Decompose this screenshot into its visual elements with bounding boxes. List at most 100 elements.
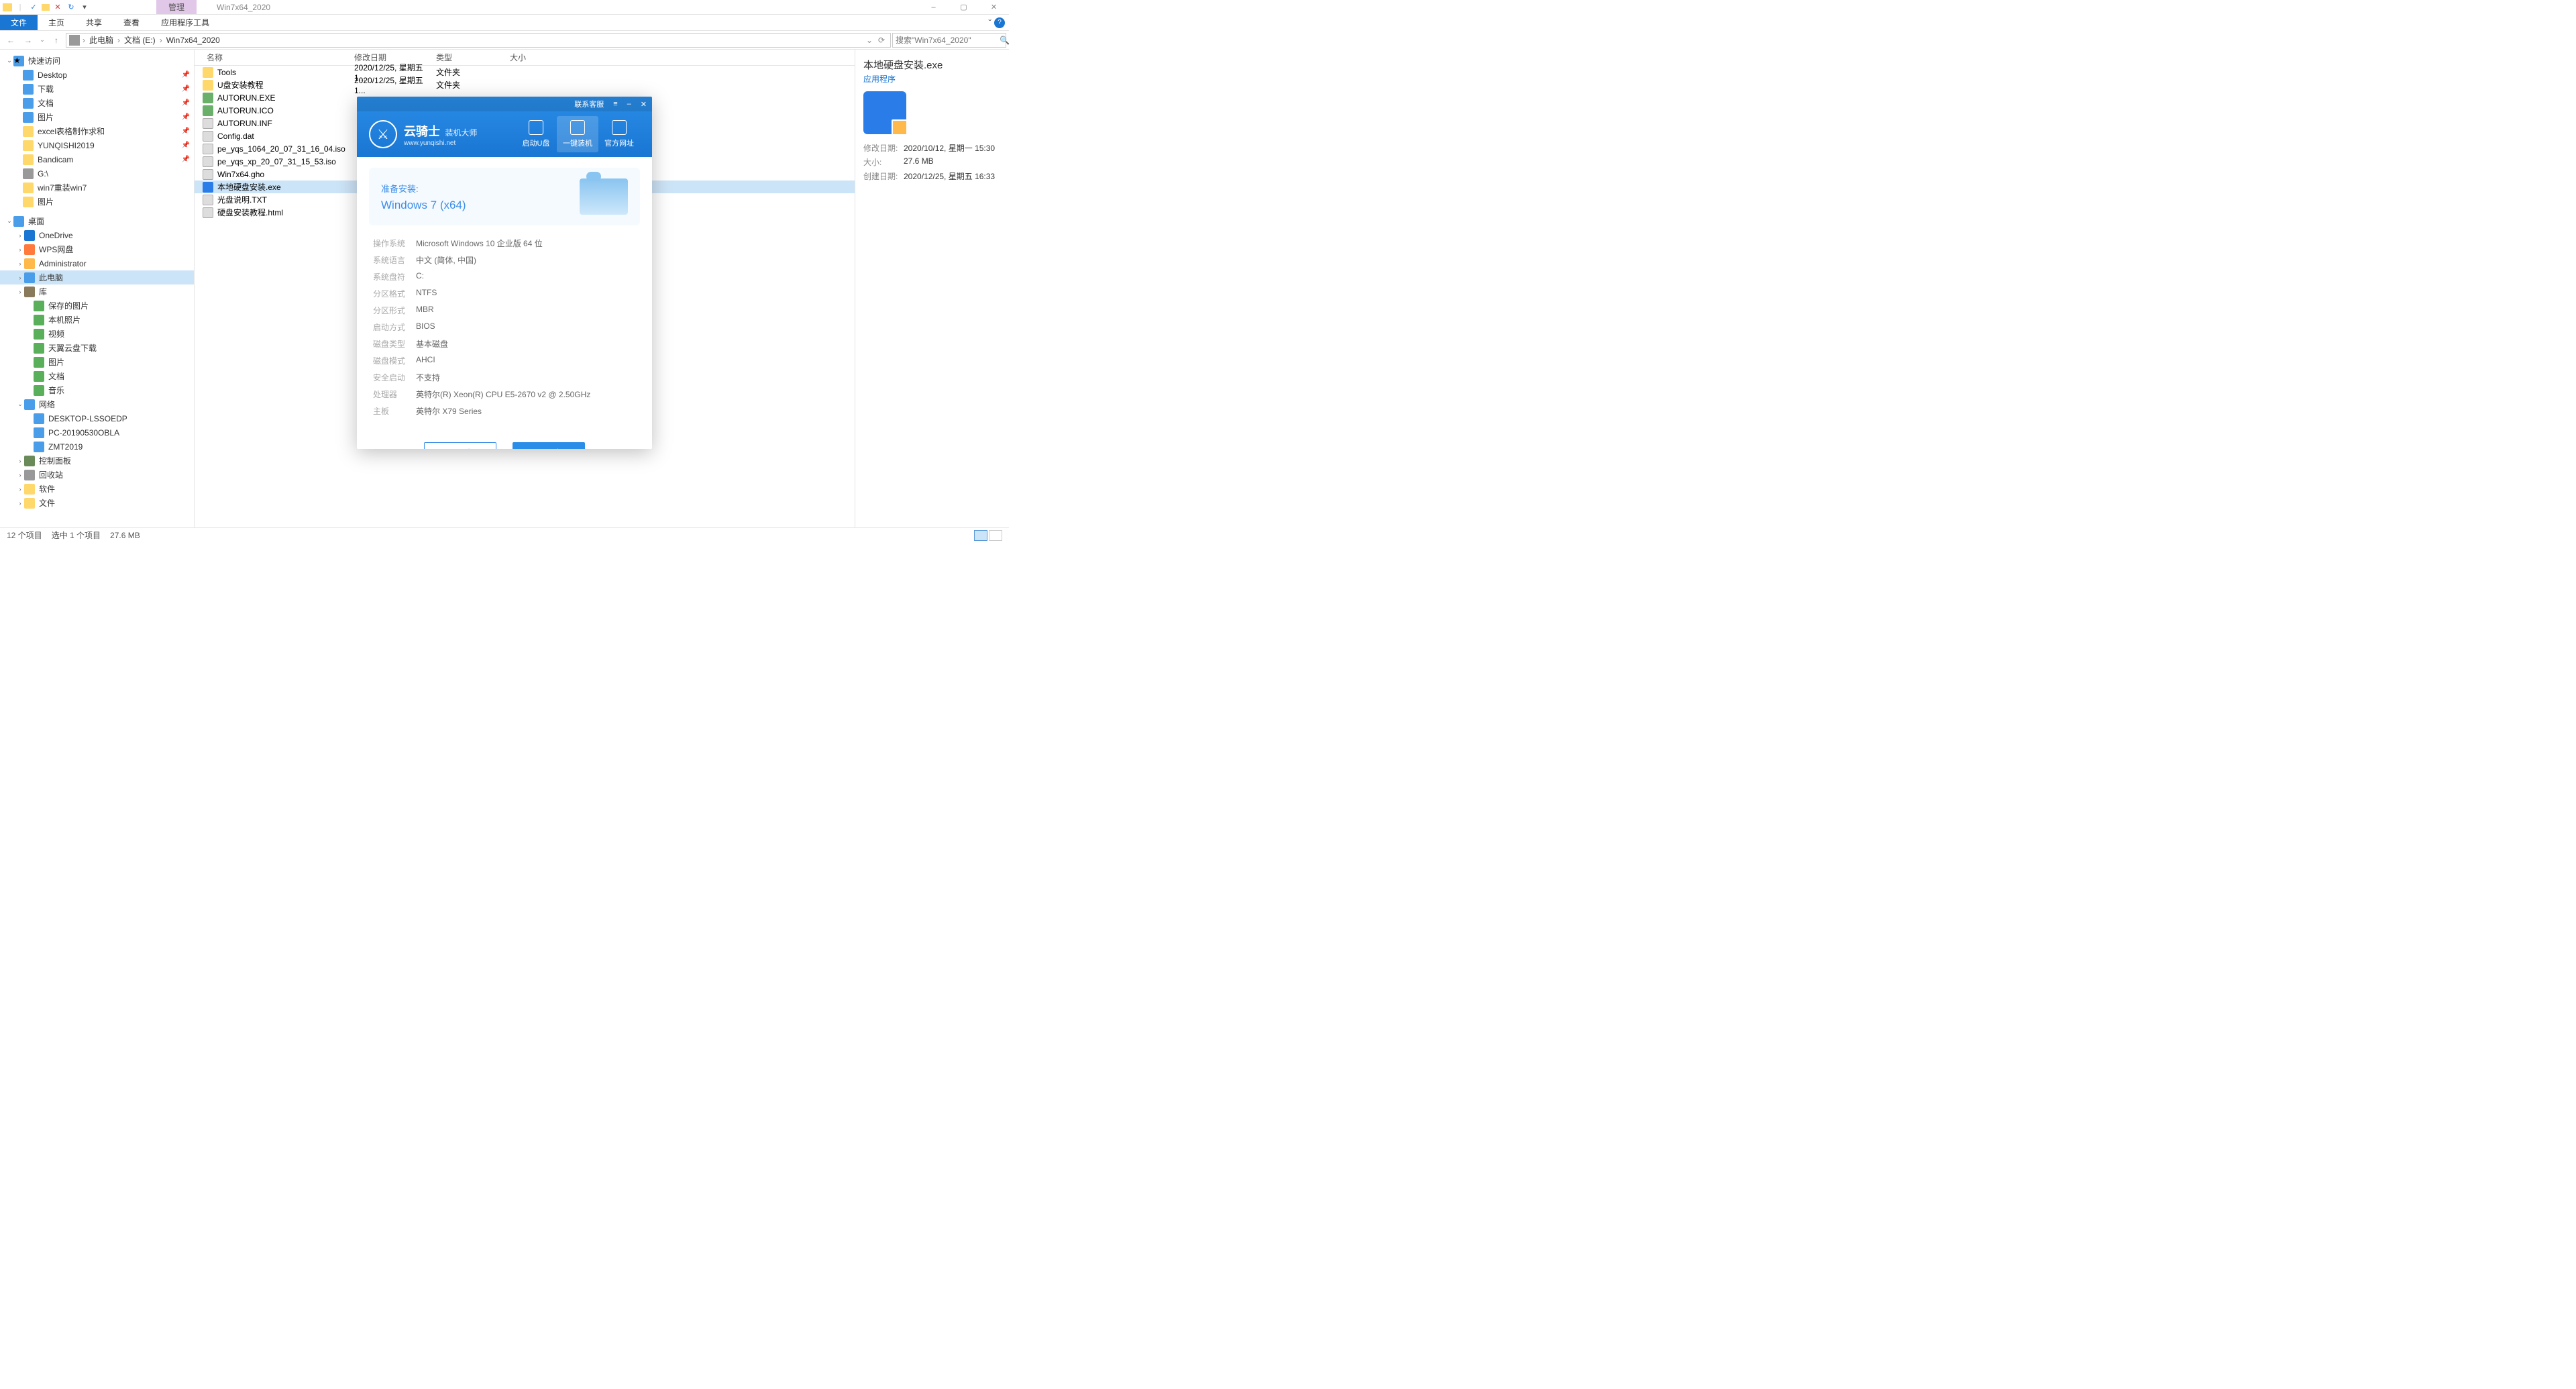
view-details-button[interactable] bbox=[974, 530, 987, 541]
context-tab[interactable]: 管理 bbox=[156, 0, 197, 14]
breadcrumb-segment[interactable]: 此电脑 bbox=[88, 34, 115, 46]
ribbon-tab-apptools[interactable]: 应用程序工具 bbox=[150, 15, 220, 30]
col-name[interactable]: 名称 bbox=[195, 52, 349, 63]
tree-item[interactable]: 图片 bbox=[0, 355, 194, 369]
view-icons-button[interactable] bbox=[989, 530, 1002, 541]
chevron-right-icon[interactable]: › bbox=[116, 36, 121, 45]
tree-item[interactable]: win7重装win7 bbox=[0, 181, 194, 195]
tree-item[interactable]: ›此电脑 bbox=[0, 270, 194, 285]
up-button[interactable]: ↑ bbox=[48, 33, 64, 48]
tree-item[interactable]: Bandicam📌 bbox=[0, 152, 194, 166]
tree-item[interactable]: 视频 bbox=[0, 327, 194, 341]
help-icon[interactable]: ? bbox=[994, 17, 1005, 28]
tree-item[interactable]: 保存的图片 bbox=[0, 299, 194, 313]
minimize-icon[interactable]: – bbox=[625, 100, 634, 108]
tree-item[interactable]: 本机照片 bbox=[0, 313, 194, 327]
chevron-right-icon[interactable]: › bbox=[16, 274, 24, 281]
search-box[interactable]: 🔍 bbox=[892, 33, 1006, 48]
breadcrumb-segment[interactable]: Win7x64_2020 bbox=[165, 36, 221, 45]
next-button[interactable]: 下一步 bbox=[513, 442, 585, 449]
chevron-down-icon[interactable]: ⌄ bbox=[16, 401, 24, 408]
address-dropdown-icon[interactable]: ⌄ bbox=[863, 33, 875, 48]
chevron-right-icon[interactable]: › bbox=[16, 500, 24, 507]
folder-small-icon[interactable] bbox=[42, 4, 50, 11]
tree-item[interactable]: ›文件 bbox=[0, 496, 194, 510]
tree-label: 保存的图片 bbox=[48, 300, 190, 311]
refresh-icon[interactable]: ⟳ bbox=[875, 33, 888, 48]
pin-icon: 📌 bbox=[182, 99, 190, 107]
redo-icon[interactable]: ↻ bbox=[66, 2, 76, 13]
close-button[interactable]: ✕ bbox=[979, 0, 1009, 15]
ribbon-chevron-icon[interactable]: ˇ bbox=[988, 17, 991, 28]
prev-button[interactable]: 上一步 bbox=[424, 442, 496, 449]
tree-item[interactable]: 图片 bbox=[0, 195, 194, 209]
tree-item[interactable]: PC-20190530OBLA bbox=[0, 425, 194, 440]
tree-item[interactable]: 文档 bbox=[0, 369, 194, 383]
minimize-button[interactable]: – bbox=[918, 0, 949, 15]
desktop-icon bbox=[13, 216, 24, 227]
ribbon-tab-view[interactable]: 查看 bbox=[113, 15, 150, 30]
tree-item[interactable]: ›控制面板 bbox=[0, 454, 194, 468]
col-type[interactable]: 类型 bbox=[431, 52, 504, 63]
breadcrumb-segment[interactable]: 文档 (E:) bbox=[123, 34, 157, 46]
item-icon bbox=[23, 140, 34, 151]
tree-item[interactable]: ›Administrator bbox=[0, 256, 194, 270]
search-icon[interactable]: 🔍 bbox=[1000, 36, 1010, 45]
chevron-right-icon[interactable]: › bbox=[158, 36, 164, 45]
installer-tab[interactable]: 一键装机 bbox=[557, 116, 598, 152]
tree-item[interactable]: Desktop📌 bbox=[0, 68, 194, 82]
menu-icon[interactable]: ≡ bbox=[610, 100, 620, 108]
back-button[interactable]: ← bbox=[3, 33, 19, 48]
tree-label: 图片 bbox=[48, 356, 190, 368]
ribbon-tab-file[interactable]: 文件 bbox=[0, 15, 38, 30]
chevron-right-icon[interactable]: › bbox=[16, 260, 24, 267]
chevron-down-icon[interactable]: ⌄ bbox=[5, 217, 13, 225]
tree-label: 回收站 bbox=[39, 469, 190, 480]
tree-item[interactable]: ZMT2019 bbox=[0, 440, 194, 454]
tree-item[interactable]: G:\ bbox=[0, 166, 194, 181]
installer-tab[interactable]: 官方网址 bbox=[598, 116, 640, 152]
installer-tab[interactable]: 启动U盘 bbox=[515, 116, 557, 152]
chevron-right-icon[interactable]: › bbox=[16, 232, 24, 239]
col-size[interactable]: 大小 bbox=[504, 52, 558, 63]
check-icon[interactable]: ✓ bbox=[28, 2, 39, 13]
tree-item[interactable]: DESKTOP-LSSOEDP bbox=[0, 411, 194, 425]
tree-item[interactable]: ›库 bbox=[0, 285, 194, 299]
support-link[interactable]: 联系客服 bbox=[572, 99, 606, 109]
tree-item[interactable]: ›OneDrive bbox=[0, 228, 194, 242]
tree-item[interactable]: 天翼云盘下载 bbox=[0, 341, 194, 355]
file-row[interactable]: U盘安装教程2020/12/25, 星期五 1...文件夹 bbox=[195, 79, 855, 91]
ribbon-tab-share[interactable]: 共享 bbox=[75, 15, 113, 30]
recent-dropdown[interactable]: ⌄ bbox=[38, 33, 47, 48]
dropdown-icon[interactable]: ▾ bbox=[79, 2, 90, 13]
tree-item[interactable]: 下载📌 bbox=[0, 82, 194, 96]
tree-item[interactable]: 文档📌 bbox=[0, 96, 194, 110]
tree-quick-access[interactable]: ⌄ ★ 快速访问 bbox=[0, 54, 194, 68]
tree-item[interactable]: ›WPS网盘 bbox=[0, 242, 194, 256]
ribbon-tab-home[interactable]: 主页 bbox=[38, 15, 75, 30]
tree-item[interactable]: excel表格制作求和📌 bbox=[0, 124, 194, 138]
tree-item[interactable]: YUNQISHI2019📌 bbox=[0, 138, 194, 152]
delete-icon[interactable]: ✕ bbox=[52, 2, 63, 13]
forward-button[interactable]: → bbox=[20, 33, 36, 48]
chevron-right-icon[interactable]: › bbox=[16, 472, 24, 478]
chevron-right-icon[interactable]: › bbox=[16, 486, 24, 493]
tree-item[interactable]: › 回收站 bbox=[0, 468, 194, 482]
close-icon[interactable]: ✕ bbox=[638, 100, 649, 109]
tree-network[interactable]: ⌄ 网络 bbox=[0, 397, 194, 411]
chevron-right-icon[interactable]: › bbox=[16, 458, 24, 464]
item-icon bbox=[23, 98, 34, 109]
tree-desktop[interactable]: ⌄ 桌面 bbox=[0, 214, 194, 228]
maximize-button[interactable]: ▢ bbox=[949, 0, 979, 15]
file-row[interactable]: Tools2020/12/25, 星期五 1...文件夹 bbox=[195, 66, 855, 79]
chevron-right-icon[interactable]: › bbox=[16, 289, 24, 295]
chevron-right-icon[interactable]: › bbox=[81, 36, 87, 45]
tree-item[interactable]: 音乐 bbox=[0, 383, 194, 397]
search-input[interactable] bbox=[896, 36, 1000, 45]
chevron-right-icon[interactable]: › bbox=[16, 246, 24, 253]
info-label: 系统盘符 bbox=[373, 271, 416, 282]
breadcrumb[interactable]: › 此电脑 › 文档 (E:) › Win7x64_2020 ⌄ ⟳ bbox=[66, 33, 891, 48]
tree-item[interactable]: ›软件 bbox=[0, 482, 194, 496]
tree-item[interactable]: 图片📌 bbox=[0, 110, 194, 124]
chevron-down-icon[interactable]: ⌄ bbox=[5, 57, 13, 64]
